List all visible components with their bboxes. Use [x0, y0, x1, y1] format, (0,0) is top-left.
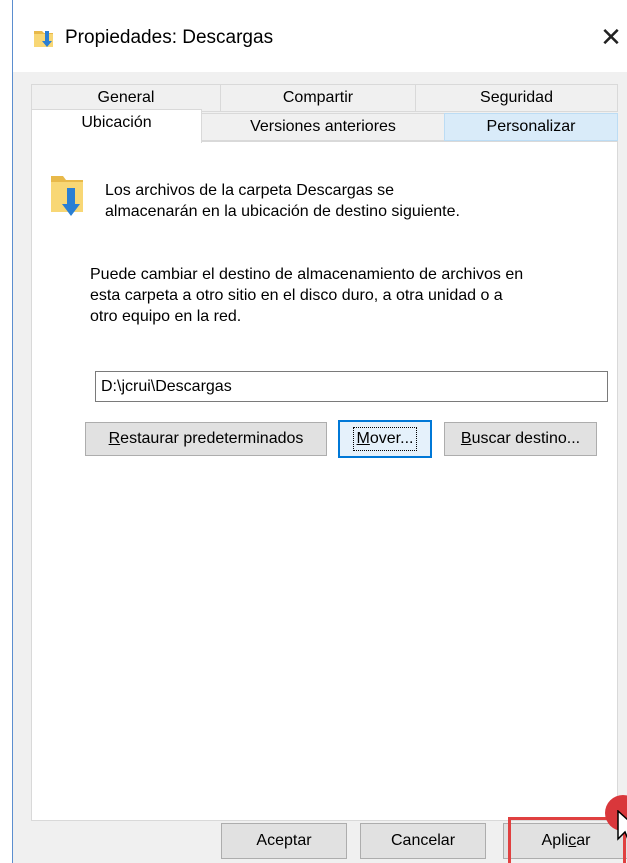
move-label-rest: over...	[369, 430, 414, 447]
folder-download-icon	[34, 31, 53, 47]
tab-personalizar[interactable]: Personalizar	[444, 113, 618, 141]
tab-seguridad[interactable]: Seguridad	[415, 84, 618, 112]
description-line3: otro equipo en la red.	[90, 308, 242, 325]
properties-dialog: Propiedades: Descargas ✕ General Compart…	[12, 0, 627, 863]
folder-download-icon	[51, 176, 83, 216]
restore-label-rest: estaurar predeterminados	[120, 430, 304, 447]
close-button[interactable]: ✕	[597, 22, 625, 52]
move-button[interactable]: Mover...	[338, 420, 432, 458]
restore-access-key: R	[108, 430, 121, 447]
mouse-pointer-icon	[617, 810, 627, 841]
tab-compartir[interactable]: Compartir	[220, 84, 416, 112]
tab-versiones-anteriores[interactable]: Versiones anteriores	[201, 113, 445, 141]
location-path-input[interactable]	[95, 371, 608, 402]
info-text-line2: almacenarán en la ubicación de destino s…	[105, 203, 460, 220]
description-line2: esta carpeta a otro sitio en el disco du…	[90, 287, 503, 304]
find-target-button[interactable]: Buscar destino...	[444, 422, 597, 456]
restore-defaults-button[interactable]: Restaurar predeterminados	[85, 422, 327, 456]
find-access-key: B	[460, 430, 472, 447]
move-access-key: M	[356, 430, 370, 447]
ok-button[interactable]: Aceptar	[221, 823, 347, 859]
cancel-button[interactable]: Cancelar	[360, 823, 486, 859]
tab-panel-ubicacion	[31, 141, 618, 821]
find-label-rest: uscar destino...	[471, 430, 581, 447]
title-bar[interactable]: Propiedades: Descargas ✕	[13, 0, 627, 72]
info-text-line1: Los archivos de la carpeta Descargas se	[105, 182, 395, 199]
tab-ubicacion[interactable]: Ubicación	[31, 109, 202, 143]
description-line1: Puede cambiar el destino de almacenamien…	[90, 266, 524, 283]
tab-general[interactable]: General	[31, 84, 221, 112]
window-title: Propiedades: Descargas	[65, 27, 274, 48]
move-focus-rect: Mover...	[352, 427, 418, 451]
